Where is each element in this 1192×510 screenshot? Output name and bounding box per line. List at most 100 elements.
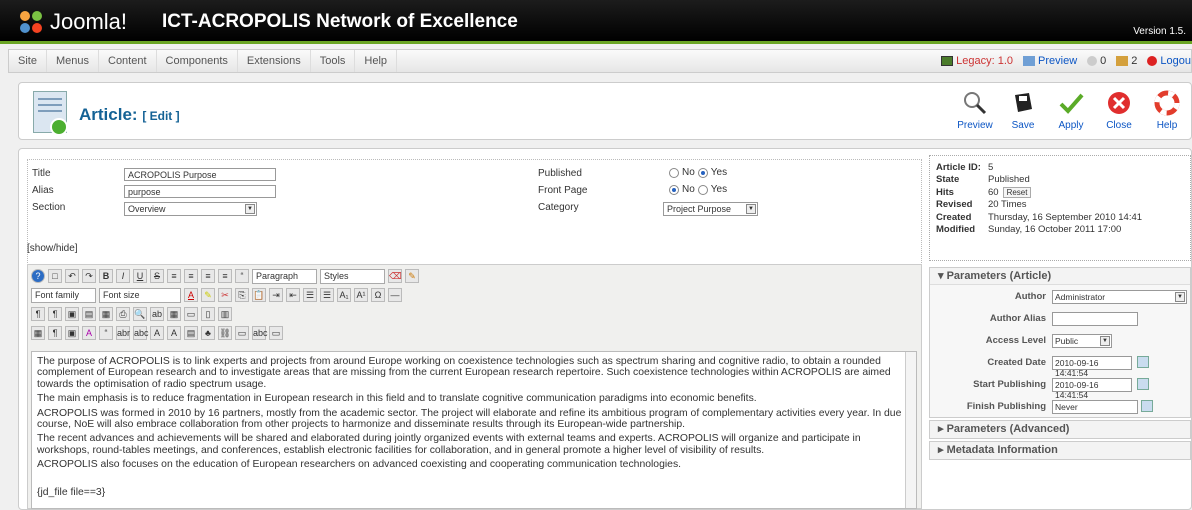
subscript-icon[interactable]: A₁: [337, 288, 351, 302]
strikethrough-button[interactable]: S: [150, 269, 164, 283]
show-hide-link[interactable]: [show/hide]: [27, 243, 78, 254]
align-right-icon[interactable]: ≡: [201, 269, 215, 283]
font-color-icon[interactable]: A: [82, 326, 96, 340]
number-list-icon[interactable]: ☰: [320, 288, 334, 302]
parameters-article-header[interactable]: ▾ Parameters (Article): [930, 268, 1190, 285]
align-center-icon[interactable]: ≡: [184, 269, 198, 283]
merge-icon[interactable]: ▥: [218, 307, 232, 321]
finish-publishing-input[interactable]: Never: [1052, 400, 1138, 414]
menu-site[interactable]: Site: [9, 50, 47, 72]
column-icon[interactable]: ▯: [201, 307, 215, 321]
styles-select[interactable]: Styles: [320, 268, 385, 284]
access-level-select[interactable]: Public ▼: [1052, 334, 1112, 348]
visual-aid-icon[interactable]: ▦: [31, 326, 45, 340]
cut-icon[interactable]: ✂: [218, 288, 232, 302]
replace-icon[interactable]: ab: [150, 307, 164, 321]
preview-button[interactable]: Preview: [951, 88, 999, 131]
undo-icon[interactable]: ↶: [65, 269, 79, 283]
row-icon[interactable]: ▭: [184, 307, 198, 321]
align-left-icon[interactable]: ≡: [167, 269, 181, 283]
acronym-icon[interactable]: abc: [133, 326, 149, 340]
alias-input[interactable]: purpose: [124, 185, 276, 198]
menu-extensions[interactable]: Extensions: [238, 50, 311, 72]
spellcheck-icon[interactable]: abc: [252, 326, 268, 340]
published-yes-radio[interactable]: [697, 167, 708, 178]
print-icon[interactable]: ⎙: [116, 307, 130, 321]
apply-button[interactable]: Apply: [1047, 88, 1095, 131]
reset-hits-button[interactable]: Reset: [1002, 186, 1032, 198]
category-select[interactable]: Project Purpose ▼: [663, 202, 758, 216]
menu-help[interactable]: Help: [355, 50, 398, 72]
pagebreak-icon[interactable]: ▭: [235, 326, 249, 340]
superscript-icon[interactable]: A¹: [354, 288, 368, 302]
image-icon[interactable]: ▤: [82, 307, 96, 321]
paragraph-select[interactable]: Paragraph: [252, 268, 317, 284]
underline-button[interactable]: U: [133, 269, 147, 283]
section-select[interactable]: Overview ▼: [124, 202, 257, 216]
start-publishing-input[interactable]: 2010-09-16 14:41:54: [1052, 378, 1132, 400]
hr-icon[interactable]: —: [388, 288, 402, 302]
published-no-radio[interactable]: [669, 167, 679, 178]
save-button[interactable]: Save: [999, 88, 1047, 131]
text-color-icon[interactable]: A: [184, 288, 198, 302]
copy-icon[interactable]: ⎘: [235, 288, 249, 302]
indent-icon[interactable]: ⇥: [269, 288, 283, 302]
users-count[interactable]: 2: [1116, 55, 1137, 67]
frontpage-yes-radio[interactable]: [697, 184, 708, 195]
highlight-icon[interactable]: ✎: [201, 288, 215, 302]
italic-button[interactable]: I: [116, 269, 130, 283]
category-label: Category: [538, 202, 579, 213]
omega-icon[interactable]: Ω: [371, 288, 385, 302]
help-icon[interactable]: ?: [31, 269, 45, 283]
fullscreen-icon[interactable]: ▭: [269, 326, 283, 340]
author-select[interactable]: Administrator ▼: [1052, 290, 1187, 304]
search-icon[interactable]: 🔍: [133, 307, 147, 321]
plugin-icon[interactable]: ♣: [201, 326, 215, 340]
blockquote-icon[interactable]: “: [235, 269, 249, 283]
redo-icon[interactable]: ↷: [82, 269, 96, 283]
close-button[interactable]: Close: [1095, 88, 1143, 131]
paste-icon[interactable]: 📋: [252, 288, 266, 302]
metadata-panel[interactable]: ▸ Metadata Information: [929, 441, 1191, 460]
frontpage-no-radio[interactable]: [669, 184, 679, 195]
calendar-icon[interactable]: [1137, 378, 1149, 390]
menu-tools[interactable]: Tools: [311, 50, 356, 72]
editor-scrollbar[interactable]: [905, 352, 916, 508]
bullet-list-icon[interactable]: ☰: [303, 288, 317, 302]
paragraph-mark-icon[interactable]: ¶: [48, 326, 62, 340]
layer-icon[interactable]: ▣: [65, 326, 79, 340]
del-icon[interactable]: A: [150, 326, 164, 340]
author-alias-input[interactable]: [1052, 312, 1138, 326]
outdent-icon[interactable]: ⇤: [286, 288, 300, 302]
ltr-icon[interactable]: ¶: [31, 307, 45, 321]
preview-link[interactable]: Preview: [1023, 55, 1077, 67]
table-icon[interactable]: ▦: [167, 307, 181, 321]
calendar-icon[interactable]: [1137, 356, 1149, 368]
save-icon[interactable]: ▣: [65, 307, 79, 321]
editor-content[interactable]: The purpose of ACROPOLIS is to link expe…: [31, 351, 917, 509]
menu-menus[interactable]: Menus: [47, 50, 99, 72]
help-button[interactable]: Help: [1143, 88, 1191, 131]
menu-components[interactable]: Components: [157, 50, 238, 72]
calendar-icon[interactable]: [1141, 400, 1153, 412]
messages-count[interactable]: 0: [1087, 55, 1106, 67]
media-icon[interactable]: ▦: [99, 307, 113, 321]
logout-link[interactable]: Logou: [1147, 55, 1191, 67]
font-family-select[interactable]: Font family: [31, 287, 96, 303]
clean-icon[interactable]: ✎: [405, 269, 419, 283]
parameters-advanced-panel[interactable]: ▸ Parameters (Advanced): [929, 420, 1191, 439]
abbr-icon[interactable]: abr: [116, 326, 130, 340]
new-document-icon[interactable]: □: [48, 269, 62, 283]
template-icon[interactable]: ▤: [184, 326, 198, 340]
rtl-icon[interactable]: ¶: [48, 307, 62, 321]
eraser-icon[interactable]: ⌫: [388, 269, 402, 283]
ins-icon[interactable]: A: [167, 326, 181, 340]
justify-icon[interactable]: ≡: [218, 269, 232, 283]
title-input[interactable]: ACROPOLIS Purpose: [124, 168, 276, 181]
created-date-input[interactable]: 2010-09-16 14:41:54: [1052, 356, 1132, 378]
bold-button[interactable]: B: [99, 269, 113, 283]
cite-icon[interactable]: “: [99, 326, 113, 340]
menu-content[interactable]: Content: [99, 50, 157, 72]
font-size-select[interactable]: Font size: [99, 287, 181, 303]
link-icon[interactable]: ⛓: [218, 326, 232, 340]
